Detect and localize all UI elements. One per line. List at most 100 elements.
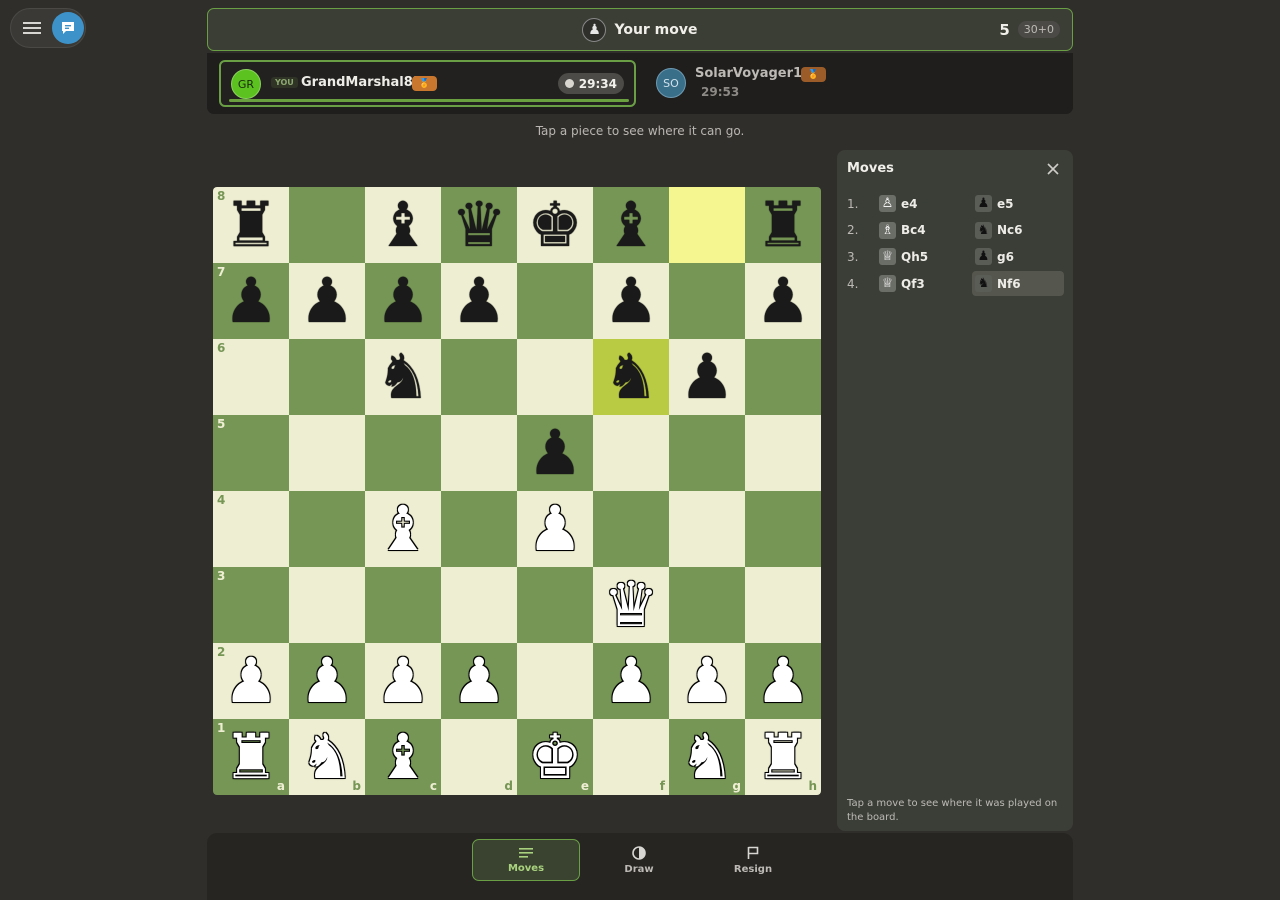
square-f8[interactable]: ♝ [593, 187, 669, 263]
square-d2[interactable]: ♟ [441, 643, 517, 719]
square-b4[interactable] [289, 491, 365, 567]
square-e8[interactable]: ♚ [517, 187, 593, 263]
square-h8[interactable]: ♜ [745, 187, 821, 263]
square-f2[interactable]: ♟ [593, 643, 669, 719]
square-g4[interactable] [669, 491, 745, 567]
square-a2[interactable]: ♟ 2 [213, 643, 289, 719]
square-f4[interactable] [593, 491, 669, 567]
move-white[interactable]: ♙ e4 [876, 191, 968, 216]
square-h6[interactable] [745, 339, 821, 415]
move-black[interactable]: ♟ g6 [972, 244, 1064, 269]
white-pawn-icon[interactable]: ♟ [603, 650, 659, 712]
square-c2[interactable]: ♟ [365, 643, 441, 719]
black-pawn-icon[interactable]: ♟ [527, 422, 583, 484]
square-g1[interactable]: ♞ g [669, 719, 745, 795]
move-black[interactable]: ♟ e5 [972, 191, 1064, 216]
black-pawn-icon[interactable]: ♟ [299, 270, 355, 332]
square-a6[interactable]: 6 [213, 339, 289, 415]
black-pawn-icon[interactable]: ♟ [755, 270, 811, 332]
square-a7[interactable]: ♟ 7 [213, 263, 289, 339]
square-h3[interactable] [745, 567, 821, 643]
square-c7[interactable]: ♟ [365, 263, 441, 339]
white-bishop-icon[interactable]: ♝ [375, 726, 431, 788]
square-c6[interactable]: ♞ [365, 339, 441, 415]
white-pawn-icon[interactable]: ♟ [755, 650, 811, 712]
white-pawn-icon[interactable]: ♟ [299, 650, 355, 712]
square-d1[interactable]: d [441, 719, 517, 795]
square-g6[interactable]: ♟ [669, 339, 745, 415]
square-b3[interactable] [289, 567, 365, 643]
square-a3[interactable]: 3 [213, 567, 289, 643]
white-pawn-icon[interactable]: ♟ [527, 498, 583, 560]
square-d4[interactable] [441, 491, 517, 567]
square-c1[interactable]: ♝ c [365, 719, 441, 795]
move-white[interactable]: ♗ Bc4 [876, 218, 968, 243]
black-pawn-icon[interactable]: ♟ [223, 270, 279, 332]
white-bishop-icon[interactable]: ♝ [375, 498, 431, 560]
black-knight-icon[interactable]: ♞ [603, 346, 659, 408]
square-e2[interactable] [517, 643, 593, 719]
square-f1[interactable]: f [593, 719, 669, 795]
move-white[interactable]: ♕ Qh5 [876, 244, 968, 269]
white-pawn-icon[interactable]: ♟ [375, 650, 431, 712]
square-b7[interactable]: ♟ [289, 263, 365, 339]
square-g5[interactable] [669, 415, 745, 491]
square-b8[interactable] [289, 187, 365, 263]
square-g7[interactable] [669, 263, 745, 339]
white-pawn-icon[interactable]: ♟ [451, 650, 507, 712]
square-c8[interactable]: ♝ [365, 187, 441, 263]
white-rook-icon[interactable]: ♜ [223, 726, 279, 788]
square-h5[interactable] [745, 415, 821, 491]
square-e3[interactable] [517, 567, 593, 643]
square-h2[interactable]: ♟ [745, 643, 821, 719]
moves-button[interactable]: Moves [472, 839, 580, 881]
move-black[interactable]: ♞ Nc6 [972, 218, 1064, 243]
square-h1[interactable]: ♜ h [745, 719, 821, 795]
square-a5[interactable]: 5 [213, 415, 289, 491]
square-d6[interactable] [441, 339, 517, 415]
square-d3[interactable] [441, 567, 517, 643]
square-c3[interactable] [365, 567, 441, 643]
square-e4[interactable]: ♟ [517, 491, 593, 567]
square-d5[interactable] [441, 415, 517, 491]
square-h7[interactable]: ♟ [745, 263, 821, 339]
chess-board[interactable]: ♜ 8 ♝ ♛ ♚ ♝ ♜ ♟ 7 ♟ ♟ ♟ ♟ ♟ 6 ♞ ♞ ♟ 5 ♟ 4 ♝ ♟ 3 ♛ ♟ 2 ♟ ♟ ♟ ♟ ♟ ♟ ♜ 1 a ♞ b ♝ c… [213, 187, 821, 795]
move-black[interactable]: ♞ Nf6 [972, 271, 1064, 297]
square-e6[interactable] [517, 339, 593, 415]
square-d8[interactable]: ♛ [441, 187, 517, 263]
square-f6[interactable]: ♞ [593, 339, 669, 415]
square-e7[interactable] [517, 263, 593, 339]
square-b6[interactable] [289, 339, 365, 415]
white-pawn-icon[interactable]: ♟ [679, 650, 735, 712]
white-knight-icon[interactable]: ♞ [679, 726, 735, 788]
white-king-icon[interactable]: ♚ [527, 726, 583, 788]
square-e5[interactable]: ♟ [517, 415, 593, 491]
square-d7[interactable]: ♟ [441, 263, 517, 339]
square-g3[interactable] [669, 567, 745, 643]
square-b1[interactable]: ♞ b [289, 719, 365, 795]
resign-button[interactable]: Resign [699, 839, 807, 881]
white-knight-icon[interactable]: ♞ [299, 726, 355, 788]
square-a4[interactable]: 4 [213, 491, 289, 567]
square-f5[interactable] [593, 415, 669, 491]
square-g2[interactable]: ♟ [669, 643, 745, 719]
black-bishop-icon[interactable]: ♝ [603, 194, 659, 256]
chat-icon[interactable] [52, 12, 84, 44]
black-pawn-icon[interactable]: ♟ [603, 270, 659, 332]
square-h4[interactable] [745, 491, 821, 567]
black-rook-icon[interactable]: ♜ [755, 194, 811, 256]
black-rook-icon[interactable]: ♜ [223, 194, 279, 256]
square-b2[interactable]: ♟ [289, 643, 365, 719]
black-queen-icon[interactable]: ♛ [451, 194, 507, 256]
square-a1[interactable]: ♜ 1 a [213, 719, 289, 795]
square-a8[interactable]: ♜ 8 [213, 187, 289, 263]
black-pawn-icon[interactable]: ♟ [375, 270, 431, 332]
black-bishop-icon[interactable]: ♝ [375, 194, 431, 256]
white-rook-icon[interactable]: ♜ [755, 726, 811, 788]
square-g8[interactable] [669, 187, 745, 263]
close-icon[interactable] [1043, 159, 1063, 179]
black-king-icon[interactable]: ♚ [527, 194, 583, 256]
square-e1[interactable]: ♚ e [517, 719, 593, 795]
menu-icon[interactable] [19, 15, 45, 41]
white-pawn-icon[interactable]: ♟ [223, 650, 279, 712]
